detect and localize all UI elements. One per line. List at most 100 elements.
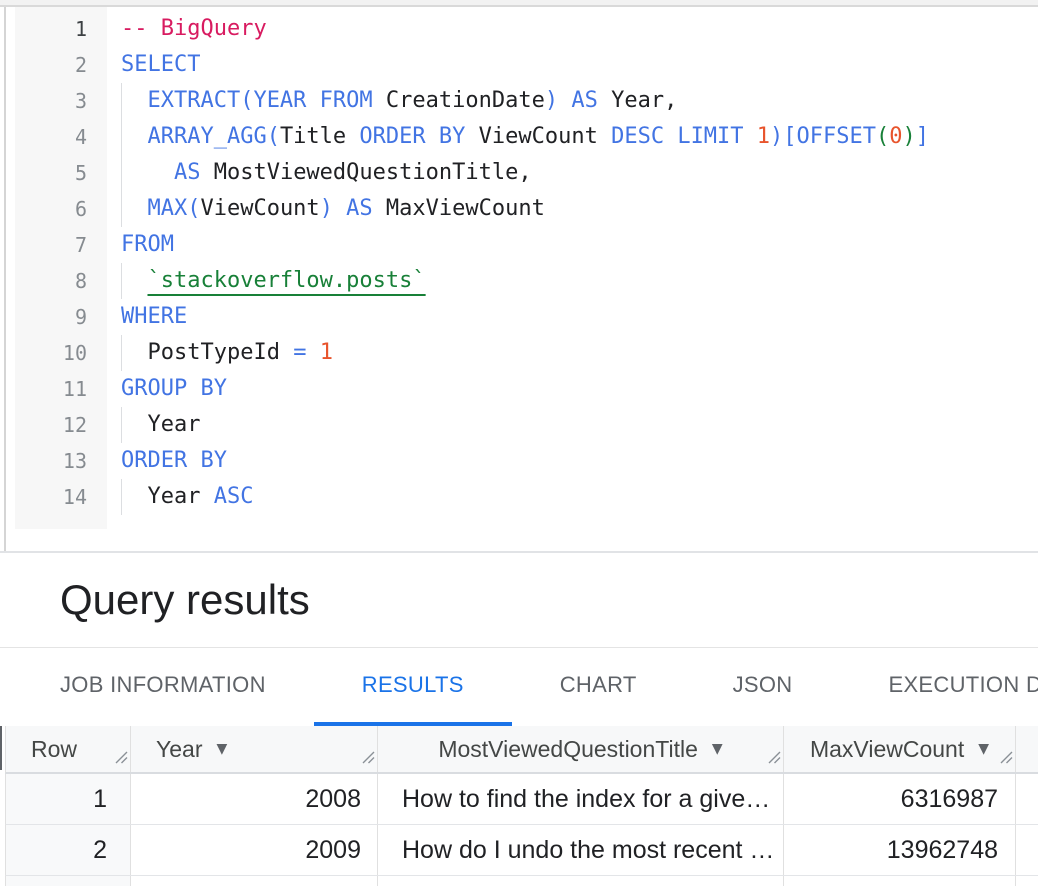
code-token: (	[876, 124, 889, 149]
line-number: 2	[15, 47, 87, 83]
row-number-cell: 1	[6, 774, 131, 824]
code-line[interactable]: `stackoverflow.posts`	[121, 263, 1038, 299]
column-label: MostViewedQuestionTitle	[438, 736, 698, 763]
column-resize-handle[interactable]	[360, 743, 375, 770]
line-number: 9	[15, 299, 87, 335]
query-results-header: Query results	[0, 553, 1038, 648]
code-token: 0	[889, 124, 902, 149]
tab-json[interactable]: JSON	[685, 648, 841, 726]
indent-guide	[121, 119, 147, 155]
column-resize-handle[interactable]	[113, 743, 128, 770]
code-token: 1	[320, 340, 333, 365]
data-cell	[784, 876, 1016, 886]
line-number: 5	[15, 155, 87, 191]
code-token: )	[903, 124, 916, 149]
sql-editor[interactable]: 1234567891011121314 -- BigQuerySELECTEXT…	[4, 7, 1038, 551]
line-number: 4	[15, 119, 87, 155]
tab-execution-details[interactable]: EXECUTION DETAILS	[840, 648, 1038, 726]
code-token: ASC	[214, 484, 254, 509]
indent-guide	[121, 263, 147, 299]
line-number-gutter: 1234567891011121314	[15, 7, 107, 529]
code-token: ) AS	[320, 196, 386, 221]
table-header-row: RowYear▼MostViewedQuestionTitle▼MaxViewC…	[5, 726, 1038, 774]
indent-guide	[121, 191, 147, 227]
query-results-title: Query results	[60, 576, 310, 624]
table-row: 12008How to find the index for a give…63…	[5, 774, 1038, 825]
code-token: MAX(	[147, 196, 200, 221]
code-token: CreationDate	[386, 88, 545, 113]
sort-caret-icon[interactable]: ▼	[216, 741, 227, 757]
code-line[interactable]: EXTRACT(YEAR FROM CreationDate) AS Year,	[121, 83, 1038, 119]
code-token: ARRAY_AGG(	[147, 124, 279, 149]
code-line[interactable]: Year ASC	[121, 479, 1038, 515]
results-tab-bar: JOB INFORMATION RESULTS CHART JSON EXECUTION…	[0, 648, 1038, 726]
code-token: MostViewedQuestionTitle,	[214, 160, 532, 185]
column-header-mostviewedquestiontitle[interactable]: MostViewedQuestionTitle ▼	[378, 726, 784, 772]
column-label: Row	[31, 736, 77, 763]
code-line[interactable]: PostTypeId = 1	[121, 335, 1038, 371]
code-token: WHERE	[121, 304, 187, 329]
code-line[interactable]: GROUP BY	[121, 371, 1038, 407]
column-resize-handle[interactable]	[766, 743, 781, 770]
code-token: MaxViewCount	[386, 196, 545, 221]
code-line[interactable]: WHERE	[121, 299, 1038, 335]
code-line[interactable]: ARRAY_AGG(Title ORDER BY ViewCount DESC …	[121, 119, 1038, 155]
code-line[interactable]: MAX(ViewCount) AS MaxViewCount	[121, 191, 1038, 227]
indent-guide	[121, 479, 147, 515]
code-line[interactable]: SELECT	[121, 47, 1038, 83]
code-line[interactable]: AS MostViewedQuestionTitle,	[121, 155, 1038, 191]
code-token: ]	[916, 124, 929, 149]
line-number: 14	[15, 479, 87, 515]
code-token: 1	[757, 124, 770, 149]
code-token: `stackoverflow.posts`	[147, 268, 425, 293]
code-token: DESC LIMIT	[611, 124, 757, 149]
code-token: Year,	[611, 88, 677, 113]
tab-label: EXECUTION DETAILS	[888, 672, 1038, 698]
tab-label: JSON	[733, 672, 793, 698]
line-number: 1	[15, 11, 87, 47]
table-row: 22009How do I undo the most recent …1396…	[5, 825, 1038, 876]
code-token: ORDER BY	[121, 448, 227, 473]
data-cell	[131, 876, 378, 886]
code-token: Year	[147, 412, 200, 437]
code-token: ) AS	[545, 88, 611, 113]
tab-job-information[interactable]: JOB INFORMATION	[12, 648, 314, 726]
table-body: 12008How to find the index for a give…63…	[0, 774, 1038, 886]
code-token: FROM	[121, 232, 174, 257]
code-token: SELECT	[121, 52, 200, 77]
code-line[interactable]: FROM	[121, 227, 1038, 263]
column-resize-handle[interactable]	[998, 743, 1013, 770]
tab-label: CHART	[560, 672, 637, 698]
tab-label: JOB INFORMATION	[60, 672, 266, 698]
tab-label: RESULTS	[362, 672, 464, 698]
data-cell: 6316987	[784, 774, 1016, 824]
code-line[interactable]: ORDER BY	[121, 443, 1038, 479]
sql-code-area[interactable]: -- BigQuery SELECT EXTRACT(YEAR FROM Creat…	[107, 7, 1038, 529]
column-label: MaxViewCount	[810, 736, 964, 763]
line-number: 11	[15, 371, 87, 407]
line-number: 13	[15, 443, 87, 479]
sort-caret-icon[interactable]: ▼	[712, 741, 723, 757]
code-line[interactable]: Year	[121, 407, 1038, 443]
column-header-row[interactable]: Row	[6, 726, 131, 772]
tab-chart[interactable]: CHART	[512, 648, 685, 726]
code-token: ViewCount	[479, 124, 611, 149]
column-header-maxviewcount[interactable]: MaxViewCount ▼	[784, 726, 1016, 772]
line-number: 6	[15, 191, 87, 227]
data-cell: How to find the index for a give…	[378, 774, 784, 824]
code-line[interactable]: -- BigQuery	[121, 11, 1038, 47]
code-token: -- BigQuery	[121, 16, 267, 41]
data-cell: 2009	[131, 825, 378, 875]
code-token: ViewCount	[200, 196, 319, 221]
code-token: EXTRACT(YEAR FROM	[147, 88, 385, 113]
row-number-cell: 2	[6, 825, 131, 875]
line-number: 8	[15, 263, 87, 299]
sort-caret-icon[interactable]: ▼	[978, 741, 989, 757]
code-token: GROUP BY	[121, 376, 227, 401]
code-token: PostTypeId	[147, 340, 293, 365]
column-header-year[interactable]: Year▼	[131, 726, 378, 772]
tab-results[interactable]: RESULTS	[314, 648, 512, 726]
code-token: =	[293, 340, 320, 365]
code-token: )[OFFSET	[770, 124, 876, 149]
line-number: 7	[15, 227, 87, 263]
